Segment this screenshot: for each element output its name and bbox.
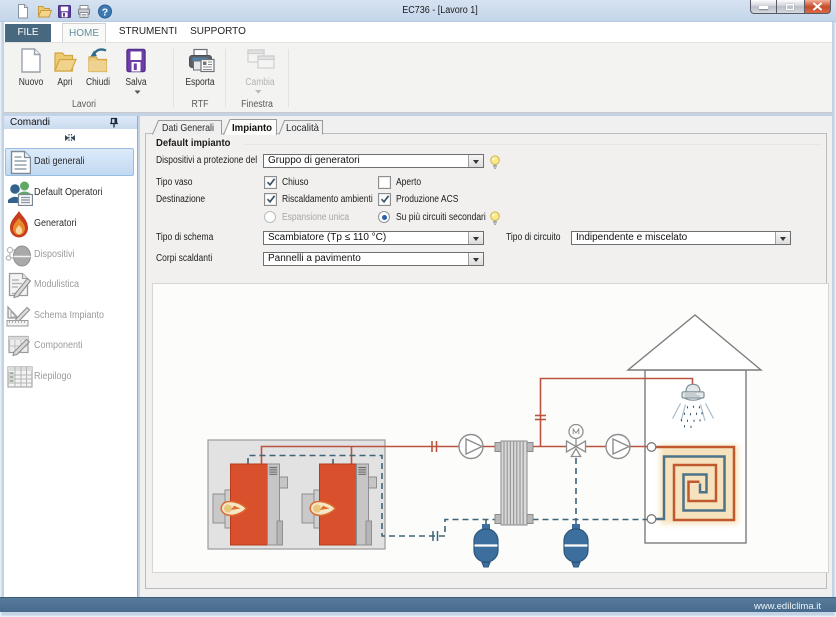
svg-text:Impianto: Impianto <box>232 122 272 134</box>
svg-text:Località: Località <box>286 122 319 134</box>
svg-text:?: ? <box>102 6 108 18</box>
svg-text:Dati Generali: Dati Generali <box>162 122 214 134</box>
